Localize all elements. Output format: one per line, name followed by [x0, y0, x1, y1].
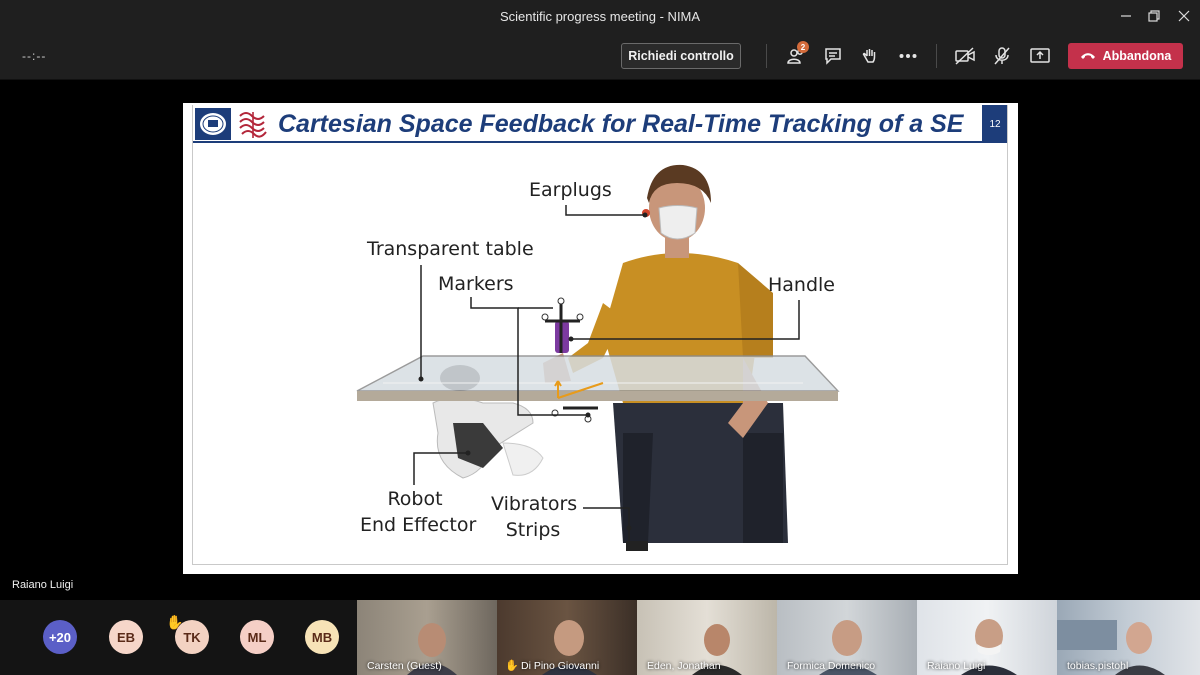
hand-icon [862, 49, 876, 63]
label-vibrators-line1: Vibrators [491, 493, 578, 515]
video-tile-name: Raiano Luigi [927, 660, 986, 672]
label-vibrators-line2: Strips [505, 519, 561, 541]
close-icon [1178, 10, 1190, 22]
experimental-setup-figure [356, 164, 840, 551]
minimize-icon [1121, 15, 1131, 17]
share-screen-button[interactable] [1025, 42, 1055, 70]
window-title-bar: Scientific progress meeting - NIMA [0, 0, 1200, 32]
more-icon [899, 54, 917, 58]
participants-button[interactable]: 2 [781, 41, 811, 70]
request-control-button[interactable]: Richiedi controllo [621, 43, 741, 69]
video-tile-name: Carsten (Guest) [367, 660, 442, 672]
leave-button[interactable]: Abbandona [1068, 43, 1183, 69]
avatar-participant[interactable]: MB [305, 620, 339, 654]
video-tile-name: tobias.pistohl [1067, 660, 1129, 672]
share-icon [1030, 48, 1050, 63]
mic-toggle-button[interactable] [987, 42, 1017, 70]
label-robot-line2: End Effector [360, 514, 477, 536]
shared-slide: Cartesian Space Feedback for Real-Time T… [183, 103, 1018, 574]
label-earplugs: Earplugs [529, 179, 612, 201]
more-options-button[interactable] [893, 42, 923, 70]
camera-off-icon [955, 47, 975, 65]
video-tile[interactable]: Eden, Jonathan [637, 600, 777, 675]
toolbar-divider [766, 44, 767, 68]
participants-badge: 2 [797, 41, 809, 53]
raise-hand-button[interactable] [855, 42, 885, 70]
phone-hangup-icon [1080, 53, 1095, 59]
label-robot-end-effector: Robot End Effector [360, 486, 477, 538]
presenter-name: Raiano Luigi [12, 579, 74, 591]
camera-toggle-button[interactable] [950, 42, 980, 70]
video-tile-name: Di Pino Giovanni [521, 660, 600, 672]
mic-off-icon [994, 47, 1010, 65]
video-tile[interactable]: tobias.pistohl [1057, 600, 1200, 675]
raised-hand-icon: ✋ [505, 660, 519, 672]
label-markers: Markers [438, 273, 514, 295]
label-transparent-table: Transparent table [367, 238, 534, 260]
more-participants-button[interactable]: +20 [43, 620, 77, 654]
video-tile[interactable]: Raiano Luigi [917, 600, 1057, 675]
label-vibrators-strips: Vibrators Strips [491, 491, 578, 543]
video-tile[interactable]: Di Pino Giovanni ✋ [497, 600, 637, 675]
toolbar-divider [936, 44, 937, 68]
label-handle: Handle [768, 274, 836, 296]
video-tile-name: Eden, Jonathan [647, 660, 721, 672]
raised-hand-icon: ✋ [166, 614, 184, 630]
meeting-timer: --:-- [22, 49, 47, 63]
video-tile[interactable]: Formica Domenico [777, 600, 917, 675]
chat-icon [825, 48, 841, 65]
chat-button[interactable] [818, 42, 848, 70]
video-tile-name: Formica Domenico [787, 660, 876, 672]
label-robot-line1: Robot [387, 488, 443, 510]
avatar-participant[interactable]: ML [240, 620, 274, 654]
meeting-toolbar: --:-- Richiedi controllo 2 Abbandona [0, 32, 1200, 80]
close-window-button[interactable] [1166, 0, 1200, 32]
avatar-participant[interactable]: EB [109, 620, 143, 654]
video-tile[interactable]: Carsten (Guest) [357, 600, 497, 675]
restore-icon [1148, 10, 1160, 22]
window-title: Scientific progress meeting - NIMA [499, 9, 701, 24]
leave-label: Abbandona [1102, 49, 1172, 63]
